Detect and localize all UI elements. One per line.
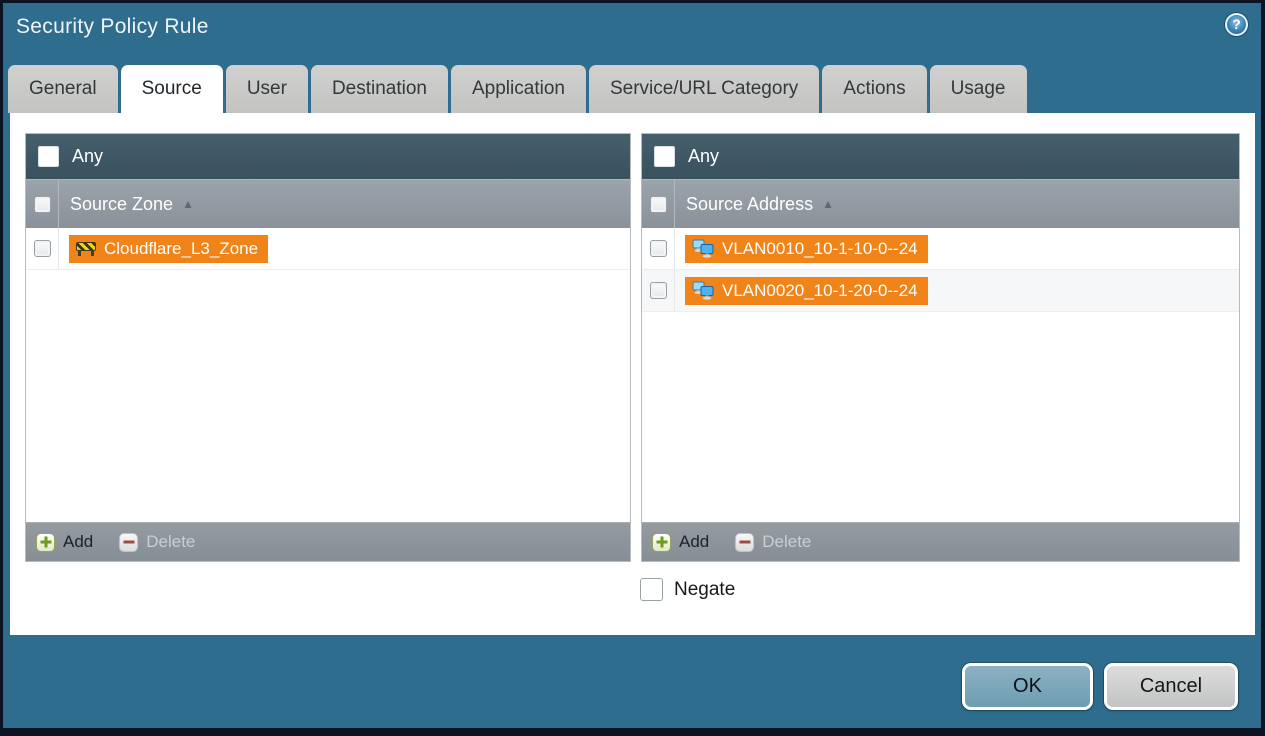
tab[interactable]: User [225,65,308,113]
page-title: Security Policy Rule [16,15,209,38]
source-address-column-label[interactable]: Source Address ▲ [686,180,834,228]
row-checkbox-cell [642,228,675,269]
source-zone-footer: Add Delete [26,522,630,561]
tab[interactable]: Service/URL Category [588,65,820,113]
add-button[interactable]: Add [652,532,709,552]
tab[interactable]: General [8,65,118,113]
security-policy-rule-dialog: Security Policy Rule ? General Source User… [0,0,1265,736]
source-address-select-all-checkbox[interactable] [649,195,667,213]
ok-button[interactable]: OK [962,663,1093,710]
source-address-any-checkbox[interactable] [654,146,675,167]
source-address-panel: Any Source Address ▲ VLAN0010_10-1-10-0-… [641,133,1240,562]
delete-button[interactable]: Delete [119,532,195,552]
source-address-any-label: Any [688,146,720,166]
tab[interactable]: Actions [822,65,927,113]
source-address-any-header: Any [642,134,1239,179]
source-address-footer: Add Delete [642,522,1239,561]
row-checkbox[interactable] [33,240,51,257]
source-address-column-header: Source Address ▲ [642,179,1239,228]
plus-icon [652,532,671,552]
zone-icon [76,241,96,256]
minus-icon [119,532,139,552]
source-zone-list: Cloudflare_L3_Zone [26,228,630,522]
source-zone-column-label[interactable]: Source Zone ▲ [70,180,194,228]
zone-object-tag[interactable]: Cloudflare_L3_Zone [69,234,269,263]
source-zone-any-header: Any [26,134,630,179]
tab-bar: General Source User Destination Application S… [8,65,1027,113]
select-all-cell [26,180,59,228]
minus-icon [735,532,755,552]
address-object-tag[interactable]: VLAN0020_10-1-20-0--24 [685,276,928,305]
row-checkbox[interactable] [649,240,667,257]
tab[interactable]: Destination [310,65,448,113]
source-address-list: VLAN0010_10-1-10-0--24 VLAN0020_10-1-20-… [642,228,1239,522]
tab[interactable]: Application [451,65,586,113]
negate-checkbox[interactable] [640,578,663,601]
source-zone-any-label: Any [72,146,104,166]
negate-label: Negate [674,578,736,600]
source-zone-select-all-checkbox[interactable] [33,195,51,213]
tab[interactable]: Source [120,65,223,113]
delete-button[interactable]: Delete [735,532,811,552]
plus-icon [36,532,55,552]
tab[interactable]: Usage [929,65,1027,113]
table-row[interactable]: VLAN0010_10-1-10-0--24 [642,228,1239,270]
sort-asc-icon: ▲ [182,197,194,211]
network-icon [692,239,714,258]
negate-row: Negate [640,578,735,601]
source-zone-panel: Any Source Zone ▲ Cloudflare_L3_Zone Add… [25,133,631,562]
row-checkbox-cell [642,270,675,311]
source-zone-column-header: Source Zone ▲ [26,179,630,228]
network-icon [692,281,714,300]
source-zone-any-checkbox[interactable] [38,146,59,167]
sort-asc-icon: ▲ [822,197,834,211]
add-button[interactable]: Add [36,532,93,552]
row-checkbox-cell [26,228,59,269]
cancel-button[interactable]: Cancel [1104,663,1238,710]
table-row[interactable]: VLAN0020_10-1-20-0--24 [642,270,1239,312]
help-icon[interactable]: ? [1225,13,1248,36]
address-object-tag[interactable]: VLAN0010_10-1-10-0--24 [685,234,928,263]
select-all-cell [642,180,675,228]
table-row[interactable]: Cloudflare_L3_Zone [26,228,630,270]
row-checkbox[interactable] [649,282,667,299]
